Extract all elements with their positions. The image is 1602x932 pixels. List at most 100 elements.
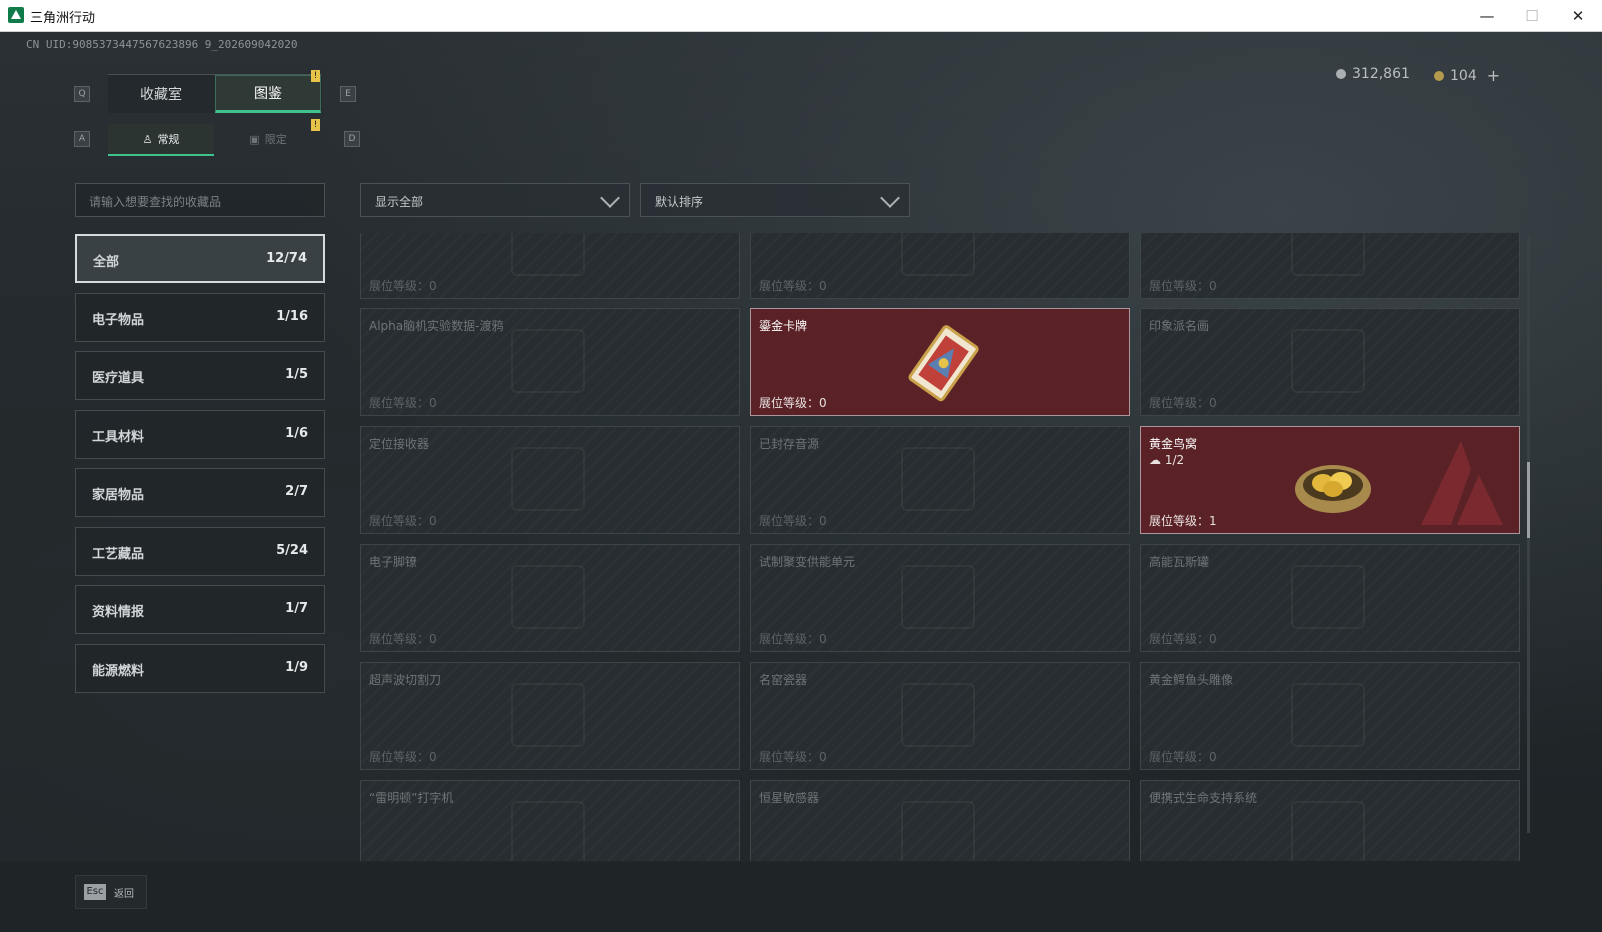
sort-dropdown[interactable]: 默认排序 bbox=[640, 183, 910, 217]
item-name: 印象派名画 bbox=[1149, 319, 1210, 333]
tab-collection-room[interactable]: 收藏室 bbox=[108, 75, 214, 113]
notification-badge-sub: ! bbox=[311, 119, 320, 131]
category-name: 资料情报 bbox=[92, 605, 145, 620]
category-name: 全部 bbox=[93, 255, 120, 270]
item-level: 展位等级：0 bbox=[1149, 279, 1217, 293]
category-crafts[interactable]: 工艺藏品 5/24 bbox=[75, 526, 325, 576]
image-icon: ▣ bbox=[249, 132, 260, 146]
item-card[interactable]: “雷明顿”打字机 bbox=[360, 780, 740, 861]
item-name: “雷明顿”打字机 bbox=[369, 791, 454, 805]
close-button[interactable]: ✕ bbox=[1556, 0, 1600, 31]
item-card-owned[interactable]: 鎏金卡牌 展位等级：0 bbox=[750, 308, 1130, 416]
uid-label: CN UID:9085373447567623896 9_20260904202… bbox=[26, 38, 298, 51]
item-card[interactable]: 展位等级：0 bbox=[360, 233, 740, 299]
esc-key-hint: Esc bbox=[84, 884, 106, 900]
subtab-limited-label: 限定 bbox=[264, 133, 287, 146]
item-card[interactable]: 已封存音源 展位等级：0 bbox=[750, 426, 1130, 534]
category-all[interactable]: 全部 12/74 bbox=[75, 234, 325, 283]
item-card[interactable]: 定位接收器 展位等级：0 bbox=[360, 426, 740, 534]
category-medical[interactable]: 医疗道具 1/5 bbox=[75, 351, 325, 400]
item-card[interactable]: 展位等级：0 bbox=[750, 233, 1130, 299]
key-hint-d: D bbox=[344, 131, 360, 147]
search-placeholder: 请输入想要查找的收藏品 bbox=[89, 195, 222, 209]
gilded-card-icon bbox=[908, 325, 979, 402]
item-name: 定位接收器 bbox=[369, 437, 430, 451]
subtab-regular-label: 常规 bbox=[157, 133, 180, 146]
tab-catalog[interactable]: 图鉴 bbox=[215, 75, 321, 113]
key-hint-a: A bbox=[74, 131, 90, 147]
item-quantity: ☁ 1/2 bbox=[1149, 453, 1184, 467]
item-card[interactable]: 试制聚变供能单元 展位等级：0 bbox=[750, 544, 1130, 652]
item-silhouette-icon bbox=[1291, 329, 1365, 393]
category-home[interactable]: 家居物品 2/7 bbox=[75, 468, 325, 517]
item-card-owned[interactable]: 黄金鸟窝 ☁ 1/2 展位等级：1 bbox=[1140, 426, 1520, 534]
item-card[interactable]: 高能瓦斯罐 展位等级：0 bbox=[1140, 544, 1520, 652]
item-name: 名窑瓷器 bbox=[759, 673, 808, 687]
chevron-down-icon bbox=[880, 188, 900, 208]
search-input[interactable]: 请输入想要查找的收藏品 bbox=[75, 183, 325, 217]
item-level: 展位等级：0 bbox=[369, 396, 437, 410]
category-name: 家居物品 bbox=[92, 488, 145, 503]
category-count: 12/74 bbox=[266, 251, 307, 266]
item-name: 黄金鳄鱼头雕像 bbox=[1149, 673, 1234, 687]
item-card[interactable]: 展位等级：0 bbox=[1140, 233, 1520, 299]
maximize-button[interactable]: ☐ bbox=[1510, 0, 1554, 31]
category-electronics[interactable]: 电子物品 1/16 bbox=[75, 292, 325, 342]
category-name: 工艺藏品 bbox=[92, 546, 145, 562]
subtab-limited[interactable]: ▣ 限定 bbox=[215, 124, 321, 154]
item-level: 展位等级：0 bbox=[369, 750, 437, 764]
item-level: 展位等级：0 bbox=[759, 750, 827, 764]
item-level: 展位等级：0 bbox=[759, 396, 827, 410]
item-card[interactable]: 便携式生命支持系统 bbox=[1140, 780, 1520, 861]
category-count: 1/7 bbox=[285, 601, 308, 616]
item-card[interactable]: Alpha脑机实验数据-渡鸦 展位等级：0 bbox=[360, 308, 740, 416]
gold-amount: 104 bbox=[1450, 67, 1477, 84]
category-fuel[interactable]: 能源燃料 1/9 bbox=[75, 643, 325, 693]
item-level: 展位等级：1 bbox=[1149, 514, 1217, 528]
footer-bar bbox=[0, 862, 1602, 932]
item-card[interactable]: 印象派名画 展位等级：0 bbox=[1140, 308, 1520, 416]
item-card[interactable]: 超声波切割刀 展位等级：0 bbox=[360, 662, 740, 770]
item-level: 展位等级：0 bbox=[369, 514, 437, 528]
silver-coin-icon bbox=[1336, 69, 1346, 79]
add-currency-button[interactable]: + bbox=[1487, 66, 1500, 85]
item-level: 展位等级：0 bbox=[1149, 632, 1217, 646]
item-card[interactable]: 恒星敏感器 bbox=[750, 780, 1130, 861]
category-tools[interactable]: 工具材料 1/6 bbox=[75, 409, 325, 459]
scrollbar-thumb[interactable] bbox=[1527, 462, 1530, 538]
category-name: 工具材料 bbox=[92, 429, 145, 445]
item-silhouette-icon bbox=[511, 329, 585, 393]
category-intel[interactable]: 资料情报 1/7 bbox=[75, 585, 325, 634]
subtab-regular[interactable]: ♙ 常规 bbox=[108, 124, 214, 156]
chevron-down-icon bbox=[600, 188, 620, 208]
item-silhouette-icon bbox=[511, 447, 585, 511]
notification-badge: ! bbox=[311, 70, 320, 82]
category-count: 1/6 bbox=[285, 425, 308, 441]
item-card[interactable]: 电子脚镣 展位等级：0 bbox=[360, 544, 740, 652]
minimize-button[interactable]: — bbox=[1465, 0, 1509, 31]
main-tabbar: 收藏室 图鉴 bbox=[108, 74, 322, 113]
item-name: 恒星敏感器 bbox=[759, 791, 820, 805]
category-name: 医疗道具 bbox=[92, 371, 145, 386]
back-button[interactable]: Esc 返回 bbox=[75, 875, 147, 909]
item-silhouette-icon bbox=[511, 683, 585, 747]
category-count: 5/24 bbox=[276, 542, 308, 558]
silver-amount: 312,861 bbox=[1352, 66, 1410, 82]
item-silhouette-icon bbox=[511, 233, 585, 276]
bottle-icon: ♙ bbox=[142, 132, 153, 146]
show-filter-value: 显示全部 bbox=[375, 195, 424, 209]
item-card[interactable]: 名窑瓷器 展位等级：0 bbox=[750, 662, 1130, 770]
category-list: 全部 12/74 电子物品 1/16 医疗道具 1/5 工具材料 1/6 家居物… bbox=[75, 234, 325, 702]
category-name: 电子物品 bbox=[92, 312, 145, 328]
gold-currency: 104 + bbox=[1434, 66, 1500, 85]
sort-value: 默认排序 bbox=[655, 195, 704, 209]
item-level: 展位等级：0 bbox=[369, 279, 437, 293]
item-level: 展位等级：0 bbox=[759, 514, 827, 528]
item-card[interactable]: 黄金鳄鱼头雕像 展位等级：0 bbox=[1140, 662, 1520, 770]
window-titlebar: 三角洲行动 — ☐ ✕ bbox=[0, 0, 1602, 32]
category-count: 1/5 bbox=[285, 367, 308, 382]
show-filter-dropdown[interactable]: 显示全部 bbox=[360, 183, 630, 217]
silver-currency: 312,861 bbox=[1336, 66, 1410, 82]
item-name: 便携式生命支持系统 bbox=[1149, 791, 1258, 805]
item-silhouette-icon bbox=[901, 683, 975, 747]
